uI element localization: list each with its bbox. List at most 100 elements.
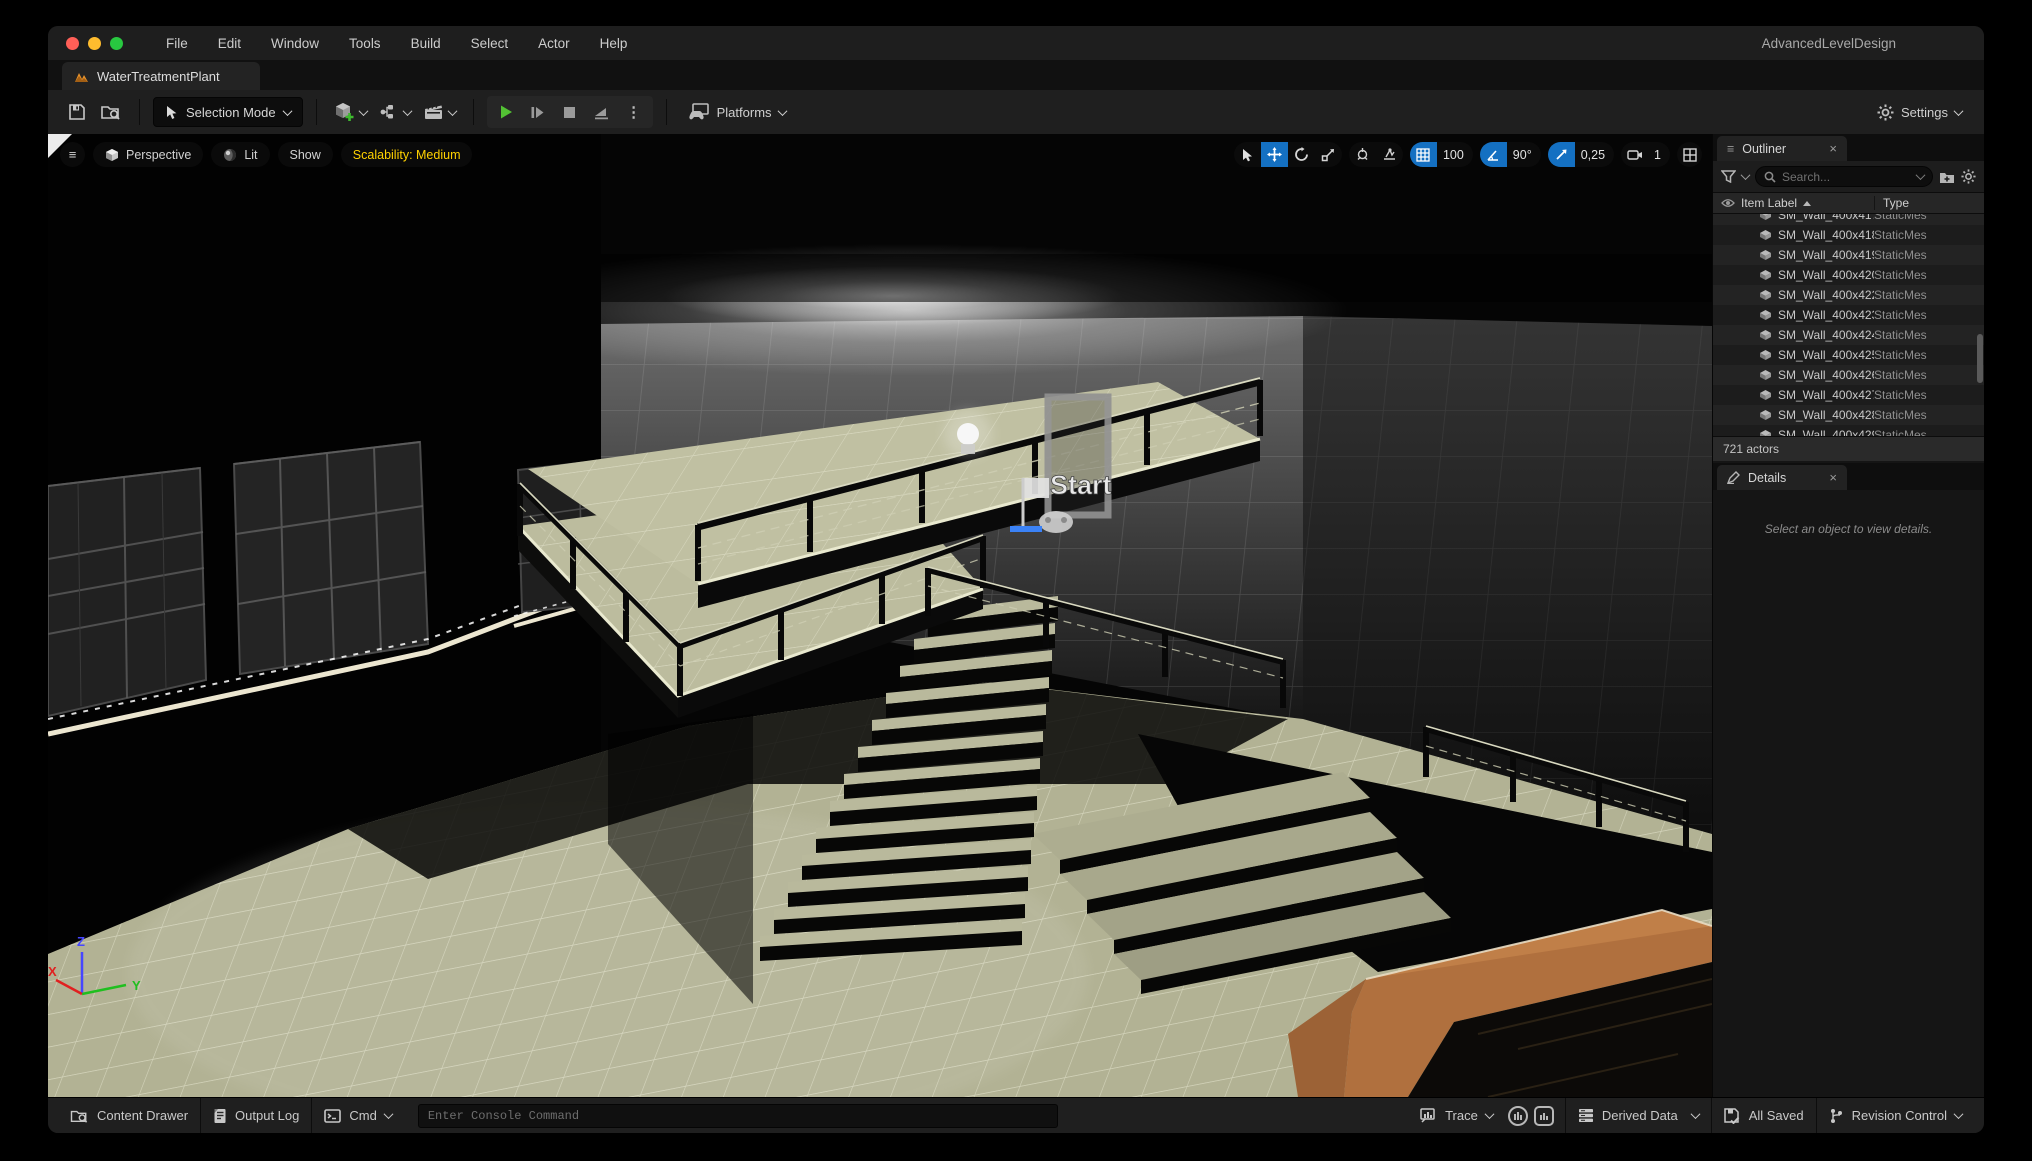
- scale-snap-value[interactable]: 0,25: [1575, 148, 1614, 162]
- rotation-snap-group: 90°: [1480, 142, 1541, 167]
- save-button[interactable]: [62, 97, 92, 127]
- close-icon[interactable]: ×: [1829, 141, 1837, 156]
- viewport-scene[interactable]: Start Z Y X: [48, 134, 1712, 1097]
- move-tool-button[interactable]: [1261, 142, 1288, 167]
- content-drawer-button[interactable]: Content Drawer: [58, 1098, 200, 1133]
- maximize-window-button[interactable]: [110, 37, 123, 50]
- static-mesh-icon: [1759, 429, 1772, 436]
- level-tab[interactable]: WaterTreatmentPlant: [62, 62, 260, 90]
- scalability-warning[interactable]: Scalability: Medium: [341, 142, 473, 167]
- minimize-window-button[interactable]: [88, 37, 101, 50]
- details-tab[interactable]: Details ×: [1717, 465, 1847, 490]
- browse-content-button[interactable]: [96, 97, 126, 127]
- outliner-row[interactable]: SM_Wall_400x419 StaticMes: [1713, 245, 1984, 265]
- save-status-button[interactable]: All Saved: [1712, 1098, 1816, 1133]
- filter-icon[interactable]: [1721, 170, 1736, 183]
- chevron-down-icon[interactable]: [1741, 170, 1751, 180]
- play-options-menu[interactable]: ⋮: [619, 97, 649, 127]
- axis-x-label: X: [48, 964, 57, 979]
- blueprints-button[interactable]: [375, 97, 415, 127]
- toolbar-separator: [316, 99, 317, 125]
- axis-y-label: Y: [132, 978, 141, 993]
- outliner-row[interactable]: SM_Wall_400x424 StaticMes: [1713, 325, 1984, 345]
- derived-data-dropdown[interactable]: Derived Data: [1566, 1098, 1711, 1133]
- surface-snapping-button[interactable]: [1376, 142, 1403, 167]
- chevron-down-icon[interactable]: [1916, 170, 1926, 180]
- scale-tool-button[interactable]: [1315, 142, 1342, 167]
- level-viewport[interactable]: Start Z Y X: [48, 134, 1712, 1097]
- frame-skip-button[interactable]: [523, 97, 553, 127]
- outliner-search[interactable]: [1755, 166, 1933, 187]
- insights-snapshot-button[interactable]: [1534, 1106, 1554, 1126]
- outliner-tab[interactable]: ≡ Outliner ×: [1717, 136, 1847, 161]
- play-button[interactable]: [491, 97, 521, 127]
- scene-light-bulb[interactable]: [944, 410, 992, 458]
- outliner-row[interactable]: SM_Wall_400x423 StaticMes: [1713, 305, 1984, 325]
- scrollbar-thumb[interactable]: [1977, 334, 1983, 383]
- trace-dropdown[interactable]: Trace: [1408, 1098, 1505, 1133]
- item-label-column-header[interactable]: Item Label: [1713, 196, 1874, 210]
- menu-item[interactable]: Build: [396, 32, 456, 55]
- menu-item[interactable]: Actor: [523, 32, 585, 55]
- show-flags-dropdown[interactable]: Show: [278, 142, 333, 167]
- perspective-dropdown[interactable]: Perspective: [93, 142, 203, 167]
- static-mesh-icon: [1759, 309, 1772, 321]
- camera-speed-value[interactable]: 1: [1648, 148, 1670, 162]
- static-mesh-icon: [1759, 369, 1772, 381]
- menu-item[interactable]: File: [151, 32, 203, 55]
- outliner-settings-gear-icon[interactable]: [1961, 169, 1976, 184]
- cmd-dropdown[interactable]: Cmd: [312, 1098, 403, 1133]
- outliner-row[interactable]: SM_Wall_400x426 StaticMes: [1713, 365, 1984, 385]
- outliner-row[interactable]: SM_Wall_400x422 StaticMes: [1713, 285, 1984, 305]
- view-mode-dropdown[interactable]: Lit: [211, 142, 269, 167]
- stop-button[interactable]: [555, 97, 585, 127]
- rotation-snap-toggle[interactable]: [1480, 142, 1507, 167]
- outliner-row[interactable]: SM_Wall_400x428 StaticMes: [1713, 405, 1984, 425]
- move-icon: [1267, 147, 1282, 162]
- rotation-snap-value[interactable]: 90°: [1507, 148, 1541, 162]
- transform-tools: [1234, 142, 1342, 167]
- rotate-tool-button[interactable]: [1288, 142, 1315, 167]
- scale-snap-toggle[interactable]: [1548, 142, 1575, 167]
- world-local-toggle[interactable]: [1349, 142, 1376, 167]
- close-icon[interactable]: ×: [1829, 470, 1837, 485]
- quick-add-actor-button[interactable]: [330, 97, 371, 127]
- details-tab-title: Details: [1748, 471, 1786, 485]
- select-tool-button[interactable]: [1234, 142, 1261, 167]
- outliner-row[interactable]: SM_Wall_400x420 StaticMes: [1713, 265, 1984, 285]
- outliner-row[interactable]: SM_Wall_400x425 StaticMes: [1713, 345, 1984, 365]
- console-input[interactable]: [428, 1109, 1048, 1123]
- new-folder-icon[interactable]: [1939, 170, 1955, 184]
- editor-mode-dropdown[interactable]: Selection Mode: [153, 97, 303, 127]
- outliner-row[interactable]: SM_Wall_400x427 StaticMes: [1713, 385, 1984, 405]
- insights-session-button[interactable]: [1508, 1106, 1528, 1126]
- chevron-down-icon: [383, 1109, 393, 1119]
- outliner-list[interactable]: SM_Wall_400x417 StaticMes SM_Wall_400x41…: [1713, 214, 1984, 436]
- outliner-scrollbar[interactable]: [1976, 214, 1983, 436]
- static-mesh-icon: [1759, 409, 1772, 421]
- console-command-field[interactable]: [418, 1104, 1058, 1128]
- close-window-button[interactable]: [66, 37, 79, 50]
- camera-speed-button[interactable]: [1621, 142, 1648, 167]
- outliner-row[interactable]: SM_Wall_400x417 StaticMes: [1713, 214, 1984, 225]
- platforms-dropdown[interactable]: Platforms: [680, 97, 794, 127]
- menu-item[interactable]: Select: [456, 32, 524, 55]
- menu-item[interactable]: Edit: [203, 32, 256, 55]
- viewport-options-menu[interactable]: ≡: [60, 142, 85, 167]
- menu-item[interactable]: Help: [585, 32, 643, 55]
- output-log-button[interactable]: Output Log: [201, 1098, 311, 1133]
- outliner-row[interactable]: SM_Wall_400x429 StaticMes: [1713, 425, 1984, 436]
- grid-snap-value[interactable]: 100: [1437, 148, 1473, 162]
- type-column-header[interactable]: Type: [1874, 196, 1984, 210]
- menu-item[interactable]: Tools: [334, 32, 396, 55]
- eject-possess-button[interactable]: [587, 97, 617, 127]
- revision-control-dropdown[interactable]: Revision Control: [1817, 1098, 1974, 1133]
- search-input[interactable]: [1782, 170, 1911, 184]
- cinematics-button[interactable]: [419, 97, 460, 127]
- outliner-row[interactable]: SM_Wall_400x418 StaticMes: [1713, 225, 1984, 245]
- settings-dropdown[interactable]: Settings: [1869, 97, 1970, 127]
- grid-snap-toggle[interactable]: [1410, 142, 1437, 167]
- maximize-viewport-button[interactable]: [1677, 142, 1702, 167]
- player-start-label: Start: [1050, 470, 1112, 500]
- menu-item[interactable]: Window: [256, 32, 334, 55]
